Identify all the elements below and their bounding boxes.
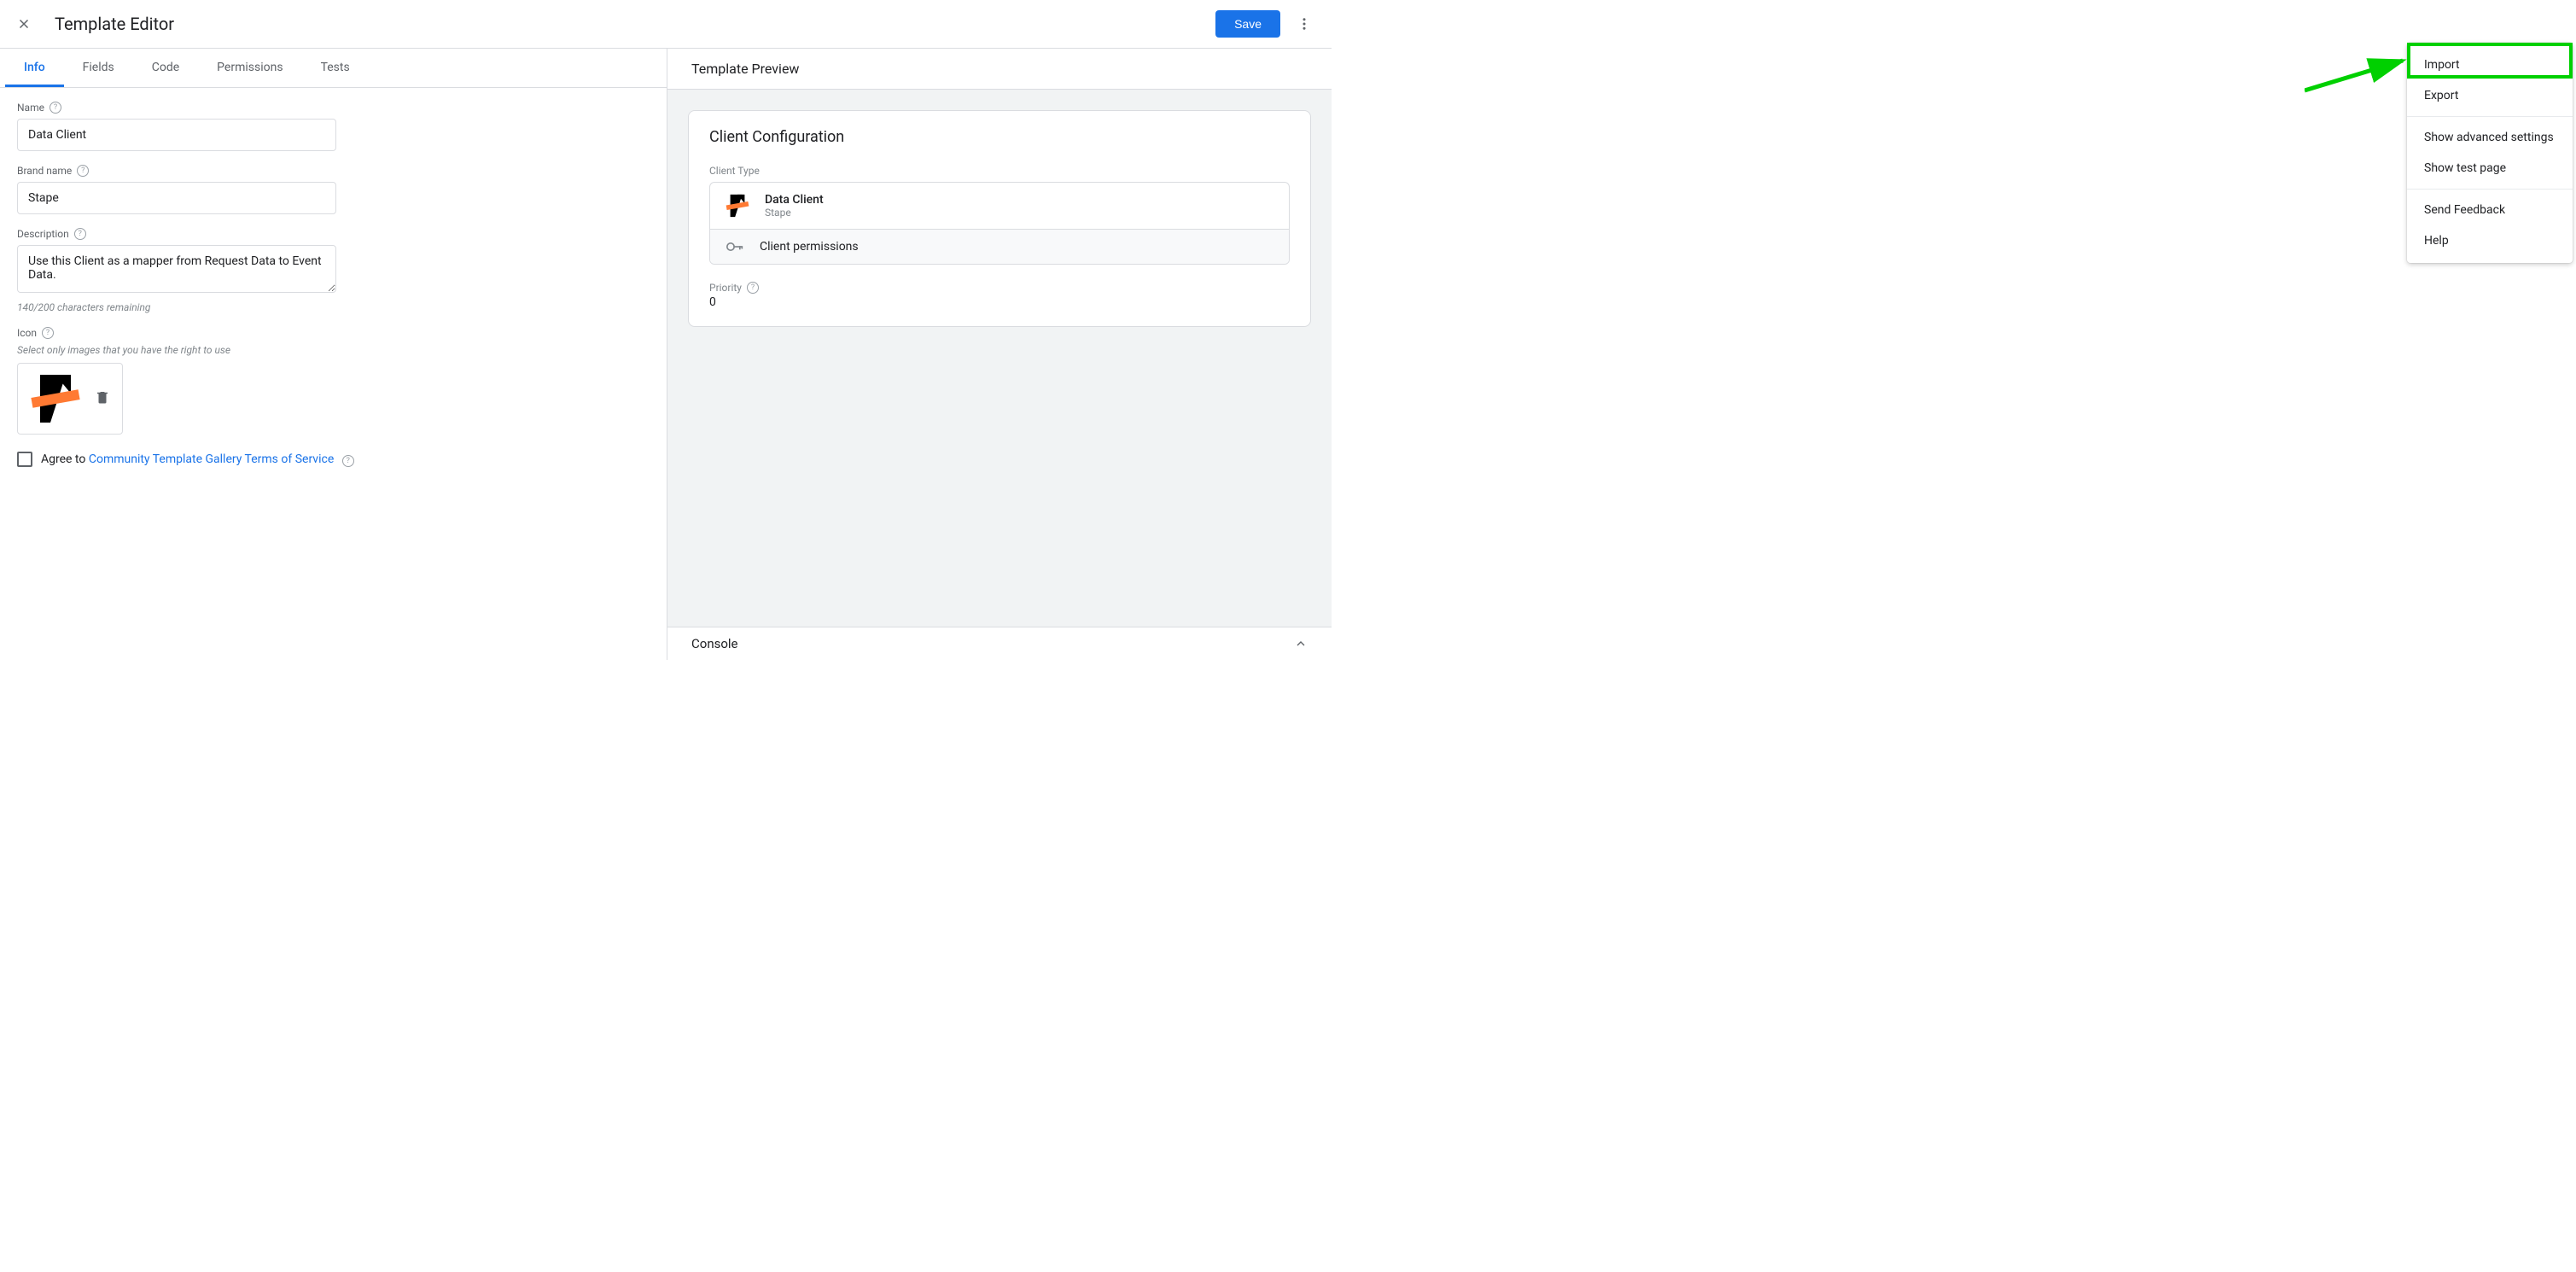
client-name: Data Client [765,193,824,207]
client-icon [726,194,749,218]
agree-text: Agree to Community Template Gallery Term… [41,452,354,467]
main-content: Info Fields Code Permissions Tests Name … [0,49,1332,660]
icon-field: Icon ? Select only images that you have … [17,327,650,435]
icon-label: Icon ? [17,327,650,339]
topbar: Template Editor Save [0,0,1332,49]
menu-import[interactable]: Import [2407,50,2573,80]
help-icon[interactable]: ? [74,228,86,240]
menu-feedback[interactable]: Send Feedback [2407,195,2573,225]
priority-value: 0 [709,295,1290,309]
menu-divider [2407,116,2573,117]
permissions-label: Client permissions [760,240,859,254]
description-counter: 140/200 characters remaining [17,301,650,313]
template-icon [30,373,81,424]
preview-body: Client Configuration Client Type Data [667,90,1332,627]
icon-label-text: Icon [17,327,37,339]
close-button[interactable] [14,14,34,34]
menu-advanced[interactable]: Show advanced settings [2407,122,2573,153]
tab-tests[interactable]: Tests [302,49,369,87]
chevron-up-icon [1294,637,1308,651]
tab-code[interactable]: Code [133,49,198,87]
tab-permissions[interactable]: Permissions [198,49,301,87]
more-menu: Import Export Show advanced settings Sho… [2407,43,2573,263]
more-vert-icon [1297,16,1312,32]
more-menu-button[interactable] [1291,10,1318,38]
tos-link[interactable]: Community Template Gallery Terms of Serv… [89,452,334,466]
client-type-row[interactable]: Data Client Stape [710,183,1289,229]
priority-label: Priority [709,282,742,294]
description-input[interactable]: Use this Client as a mapper from Request… [17,245,336,293]
menu-export[interactable]: Export [2407,80,2573,111]
description-label: Description ? [17,228,650,240]
menu-help[interactable]: Help [2407,225,2573,256]
help-icon[interactable]: ? [77,165,89,177]
icon-helper: Select only images that you have the rig… [17,344,650,356]
help-icon[interactable]: ? [42,327,54,339]
agree-checkbox[interactable] [17,452,32,467]
tab-fields[interactable]: Fields [64,49,133,87]
trash-icon [95,389,110,405]
name-input[interactable] [17,119,336,151]
brand-input[interactable] [17,182,336,214]
brand-field: Brand name ? [17,165,650,214]
help-icon[interactable]: ? [50,102,61,114]
annotation-arrow [2305,56,2407,99]
agree-row: Agree to Community Template Gallery Term… [17,452,650,467]
description-label-text: Description [17,228,69,240]
console-label: Console [691,636,738,651]
client-type-label: Client Type [709,165,1290,177]
client-brand: Stape [765,207,824,219]
name-label-text: Name [17,102,44,114]
name-label: Name ? [17,102,650,114]
help-icon[interactable]: ? [747,282,759,294]
client-type-text: Data Client Stape [765,193,824,219]
key-icon [726,242,744,252]
client-config-card: Client Configuration Client Type Data [688,110,1311,327]
client-type-box: Data Client Stape Client permissions [709,182,1290,265]
preview-header: Template Preview [667,49,1332,90]
agree-prefix: Agree to [41,452,89,466]
name-field: Name ? [17,102,650,151]
preview-panel: Template Preview Client Configuration Cl… [667,49,1332,660]
tabs: Info Fields Code Permissions Tests [0,49,667,88]
tab-info[interactable]: Info [5,49,64,87]
console-bar[interactable]: Console [667,627,1332,660]
info-form: Name ? Brand name ? Description ? Use th… [0,88,667,660]
save-button[interactable]: Save [1215,10,1280,38]
brand-label-text: Brand name [17,165,72,177]
help-icon[interactable]: ? [342,455,354,467]
client-permissions-row[interactable]: Client permissions [710,229,1289,264]
icon-preview-box [17,363,123,435]
delete-icon-button[interactable] [95,389,110,408]
priority-label-row: Priority ? [709,282,1290,294]
card-title: Client Configuration [709,128,1290,146]
close-icon [16,16,32,32]
brand-label: Brand name ? [17,165,650,177]
editor-panel: Info Fields Code Permissions Tests Name … [0,49,667,660]
menu-testpage[interactable]: Show test page [2407,153,2573,184]
page-title: Template Editor [55,14,1215,34]
description-field: Description ? Use this Client as a mappe… [17,228,650,313]
menu-divider [2407,189,2573,190]
